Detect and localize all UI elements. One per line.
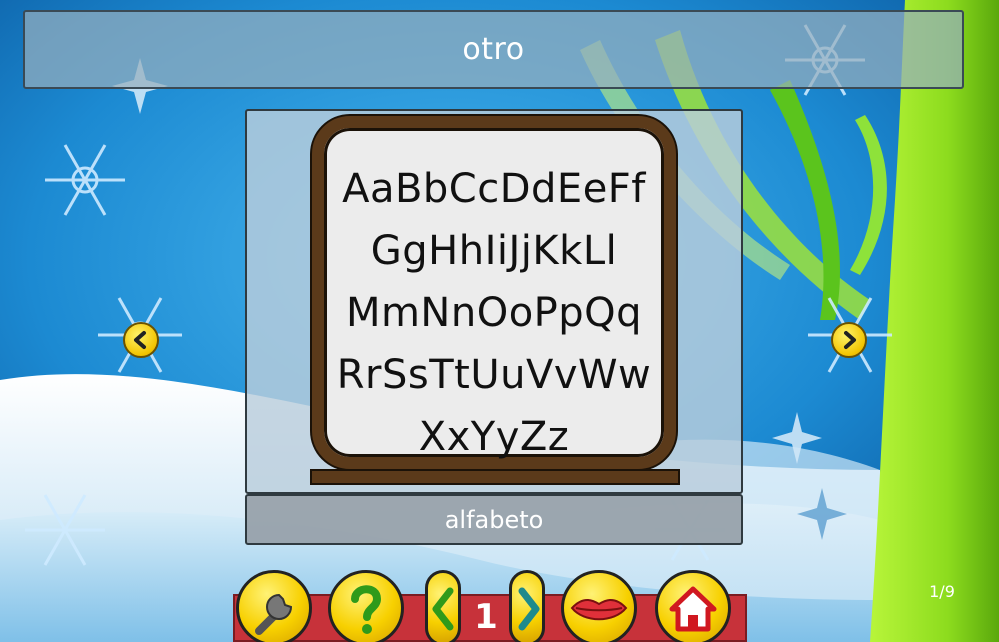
- alphabet-board: AaBbCcDdEeFf GgHhIiJjKkLl MmNnOoPpQq RrS…: [312, 116, 676, 469]
- alphabet-line: MmNnOoPpQq: [345, 290, 643, 336]
- board-base: [310, 469, 680, 485]
- card-caption: alfabeto: [444, 505, 544, 534]
- alphabet-line: GgHhIiJjKkLl: [370, 228, 618, 274]
- lips-icon: [570, 599, 628, 621]
- chevron-left-icon: [134, 331, 146, 349]
- card-counter: 1/9: [929, 582, 955, 601]
- page-number: 1: [474, 597, 498, 637]
- pronounce-button[interactable]: [561, 570, 637, 642]
- alphabet-line: XxYyZz: [418, 414, 570, 460]
- word-card: AaBbCcDdEeFf GgHhIiJjKkLl MmNnOoPpQq RrS…: [245, 109, 743, 545]
- title-bar: otro: [23, 10, 964, 89]
- alphabet-line: RrSsTtUuVvWw: [336, 352, 652, 398]
- previous-card-button[interactable]: [123, 322, 159, 358]
- chevron-right-icon: [518, 587, 540, 631]
- help-button[interactable]: [328, 570, 404, 642]
- previous-page-button[interactable]: [425, 570, 461, 642]
- caption-bar: alfabeto: [245, 494, 743, 545]
- page-title: otro: [462, 32, 525, 67]
- home-button[interactable]: [655, 570, 731, 642]
- question-icon: [351, 585, 382, 634]
- alphabet-text: AaBbCcDdEeFf GgHhIiJjKkLl MmNnOoPpQq RrS…: [324, 158, 664, 468]
- card-image[interactable]: AaBbCcDdEeFf GgHhIiJjKkLl MmNnOoPpQq RrS…: [245, 109, 743, 494]
- settings-button[interactable]: [236, 570, 312, 642]
- chevron-left-icon: [432, 587, 454, 631]
- stage: otro AaBbCcDdEeFf GgHhIiJjKkLl MmNnOoPpQ…: [0, 0, 999, 642]
- home-icon: [669, 586, 717, 632]
- next-card-button[interactable]: [831, 322, 867, 358]
- chevron-right-icon: [844, 331, 856, 349]
- alphabet-line: AaBbCcDdEeFf: [342, 166, 646, 212]
- next-page-button[interactable]: [509, 570, 545, 642]
- wrench-icon: [255, 593, 293, 635]
